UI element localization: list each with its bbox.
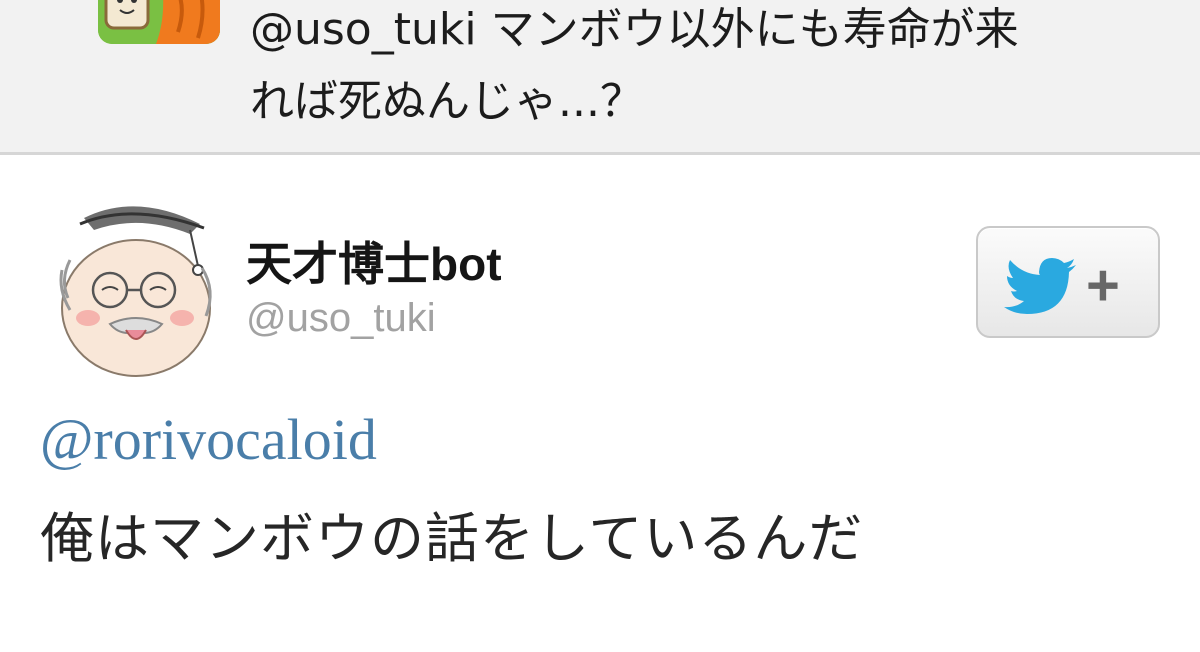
professor-avatar-icon[interactable]	[40, 190, 230, 380]
author-handle[interactable]: @uso_tuki	[246, 296, 436, 341]
reply-tweet[interactable]: @uso_tuki マンボウ以外にも寿命が来 れば死ぬんじゃ...？	[0, 0, 1200, 152]
toast-character-avatar-icon[interactable]	[98, 0, 220, 44]
reply-tweet-text: @uso_tuki マンボウ以外にも寿命が来 れば死ぬんじゃ...？	[250, 0, 1170, 138]
reply-mention[interactable]: @uso_tuki	[250, 4, 477, 55]
reply-text-line2: れば死ぬんじゃ...？	[250, 76, 644, 127]
author-name[interactable]: 天才博士bot	[246, 228, 502, 294]
tweet-text: 俺はマンボウの話をしているんだ	[40, 507, 864, 570]
tweet-mention-link[interactable]: @rorivocaloid	[40, 406, 377, 473]
follow-plus-label: +	[1086, 253, 1120, 318]
twitter-bird-icon	[1004, 258, 1076, 314]
tweet-timestamp	[40, 612, 560, 652]
divider	[0, 152, 1200, 155]
follow-button[interactable]: +	[976, 226, 1160, 338]
reply-text-line1: マンボウ以外にも寿命が来	[476, 4, 1019, 55]
